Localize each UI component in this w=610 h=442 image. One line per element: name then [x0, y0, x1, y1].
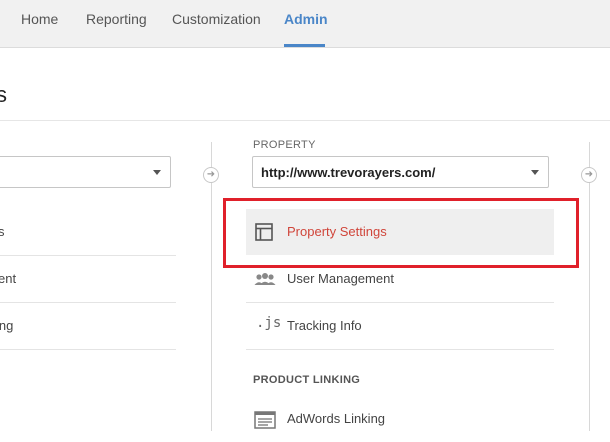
column-divider	[211, 142, 212, 431]
header-divider	[0, 120, 610, 121]
property-section-label: PROPERTY	[253, 139, 316, 151]
active-tab-indicator	[284, 44, 325, 47]
page-title: s	[0, 82, 7, 107]
account-menu-item[interactable]: ent	[0, 256, 176, 302]
menu-item-adwords-linking[interactable]: AdWords Linking	[246, 396, 554, 442]
menu-item-label: s	[0, 224, 5, 239]
tab-home[interactable]: Home	[21, 11, 58, 27]
row-divider	[0, 349, 176, 350]
arrow-right-icon: ➜	[203, 167, 219, 183]
menu-item-label: ent	[0, 271, 17, 286]
tab-customization[interactable]: Customization	[172, 11, 261, 27]
tab-admin[interactable]: Admin	[284, 11, 328, 27]
menu-item-label: AdWords Linking	[287, 411, 386, 426]
adwords-icon	[254, 411, 276, 429]
highlight-annotation	[223, 198, 579, 268]
menu-item-label: ing	[0, 318, 14, 333]
chevron-down-icon	[531, 170, 539, 175]
chevron-down-icon	[153, 170, 161, 175]
account-menu-item[interactable]: s	[0, 209, 176, 255]
arrow-right-icon: ➜	[581, 167, 597, 183]
row-divider	[246, 349, 554, 350]
product-linking-section-label: PRODUCT LINKING	[253, 374, 361, 386]
menu-item-tracking-info[interactable]: .js Tracking Info	[246, 303, 554, 349]
js-icon: .js	[256, 315, 282, 331]
menu-item-label: User Management	[287, 271, 394, 286]
property-select-value: http://www.trevorayers.com/	[261, 165, 436, 180]
tab-reporting[interactable]: Reporting	[86, 11, 147, 27]
top-nav-bar: Home Reporting Customization Admin	[0, 0, 610, 48]
account-select[interactable]	[0, 156, 171, 188]
account-menu-item[interactable]: ing	[0, 303, 176, 349]
column-divider	[589, 142, 590, 431]
users-icon	[254, 273, 276, 285]
menu-item-label: Tracking Info	[287, 318, 362, 333]
property-select[interactable]: http://www.trevorayers.com/	[252, 156, 549, 188]
